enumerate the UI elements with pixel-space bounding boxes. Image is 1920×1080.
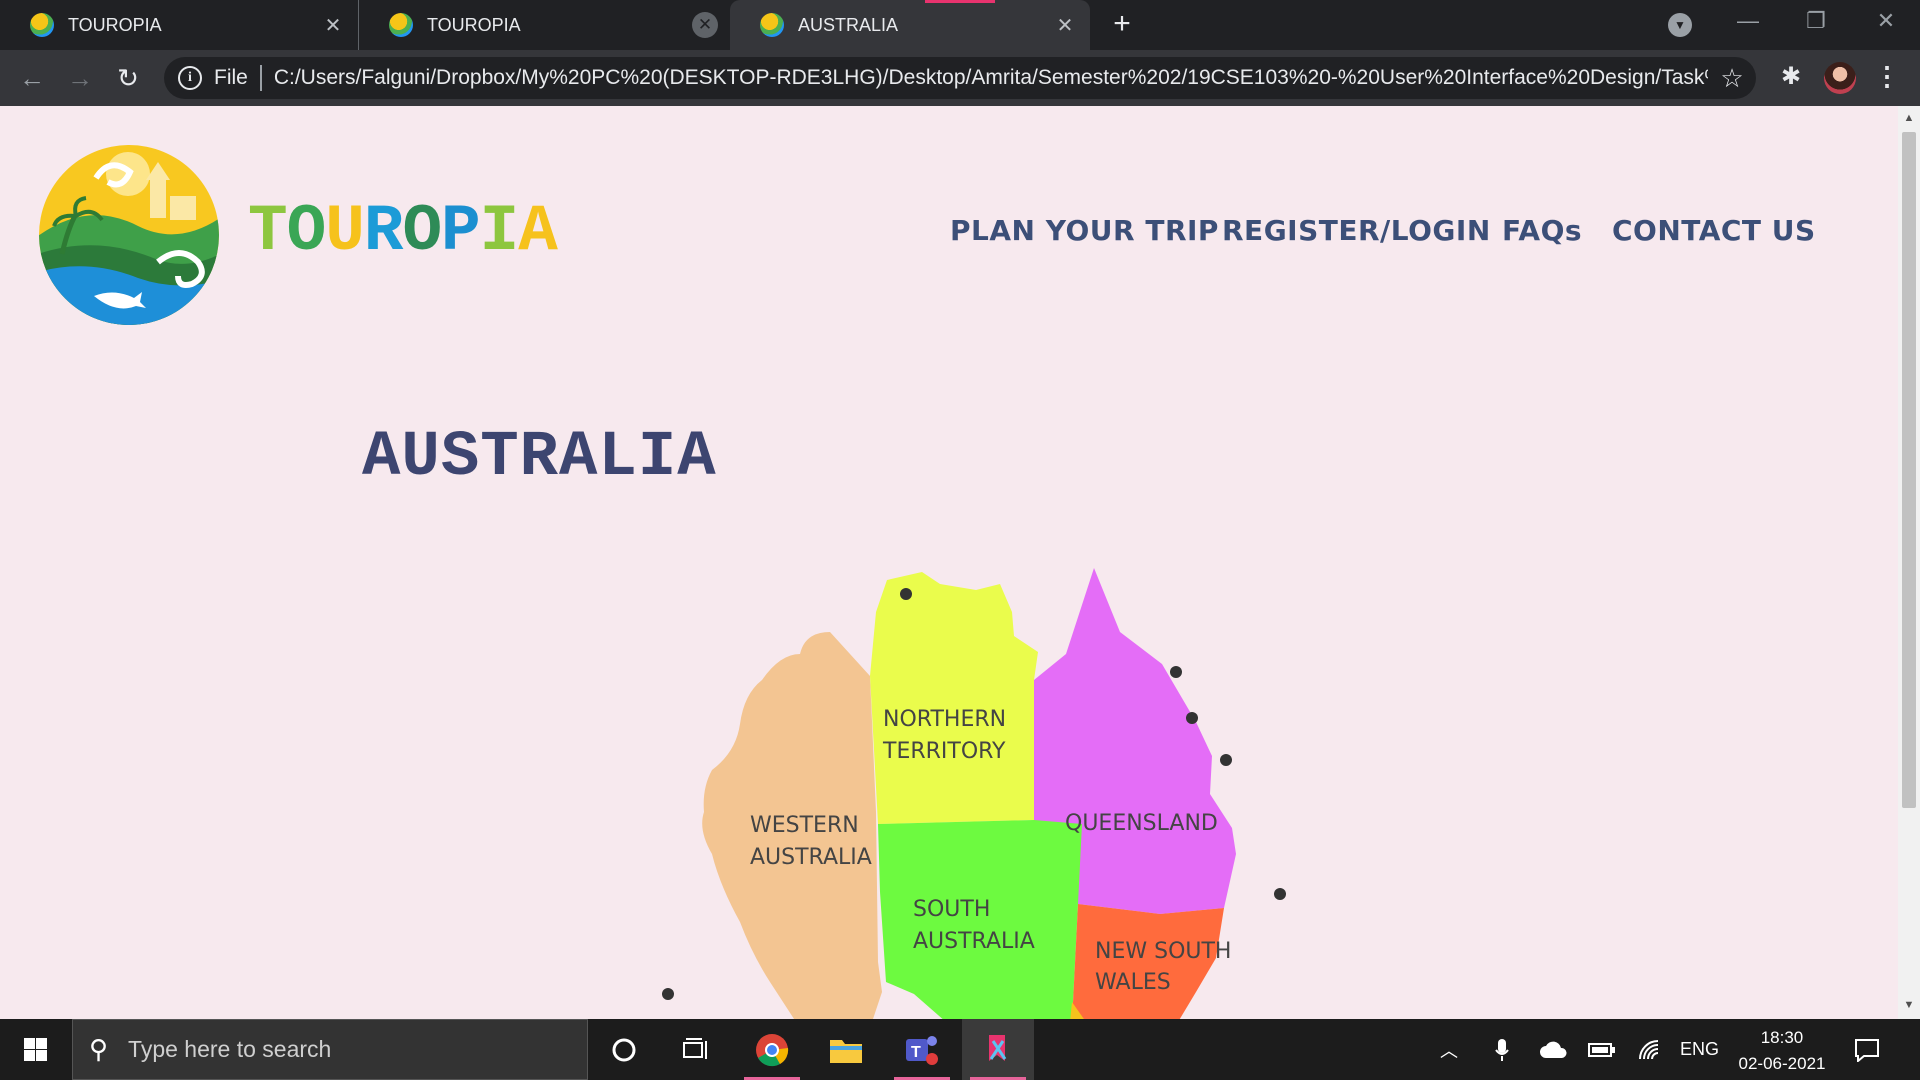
brand-letter: I [479, 194, 520, 269]
new-tab-plus-icon[interactable]: + [1106, 9, 1138, 41]
scroll-up-arrow-icon[interactable]: ▲ [1898, 112, 1920, 124]
scroll-down-arrow-icon[interactable]: ▼ [1898, 999, 1920, 1011]
microphone-icon[interactable] [1494, 1019, 1510, 1080]
brand-wordmark[interactable]: TOUROPIA [248, 194, 558, 269]
teams-app-icon[interactable]: T [886, 1019, 958, 1080]
nav-contact-us[interactable]: CONTACT US [1612, 214, 1816, 247]
windows-start-icon[interactable] [0, 1019, 72, 1080]
window-close-icon[interactable]: ✕ [1866, 8, 1906, 34]
brand-letter: A [518, 194, 558, 269]
city-dot [1170, 666, 1182, 678]
battery-icon[interactable] [1588, 1019, 1616, 1080]
cortana-circle-icon[interactable] [588, 1019, 660, 1080]
map-label-nsw: WALES [1095, 970, 1171, 995]
forward-arrow-icon[interactable]: → [64, 63, 96, 95]
nav-faqs[interactable]: FAQs [1502, 214, 1582, 247]
minimize-icon[interactable]: — [1728, 8, 1768, 34]
city-dot [900, 588, 912, 600]
map-label-nsw: NEW SOUTH [1095, 939, 1231, 964]
wifi-icon[interactable] [1638, 1019, 1662, 1080]
city-dot [662, 988, 674, 1000]
brand-letter: O [402, 194, 442, 269]
brand-letter: P [441, 194, 481, 269]
file-explorer-icon[interactable] [810, 1019, 882, 1080]
bookmark-star-icon[interactable]: ☆ [1708, 63, 1756, 94]
map-label-nt: TERRITORY [882, 739, 1006, 764]
browser-menu-icon[interactable]: ⋮ [1874, 60, 1900, 94]
nav-register-login[interactable]: REGISTER/LOGIN [1222, 214, 1491, 247]
tab-australia-active[interactable]: AUSTRALIA ✕ [730, 0, 1090, 50]
map-label-nt: NORTHERN [883, 707, 1006, 732]
url-text[interactable]: C:/Users/Falguni/Dropbox/My%20PC%20(DESK… [274, 66, 1708, 90]
chrome-app-icon[interactable] [736, 1019, 808, 1080]
map-region-northern-territory [870, 572, 1038, 824]
page-scrollbar[interactable]: ▲ ▼ [1898, 106, 1920, 1019]
tab-strip: TOUROPIA ✕ TOUROPIA ✕ AUSTRALIA ✕ + ▼ — … [0, 0, 1920, 50]
tab-title: TOUROPIA [68, 14, 162, 35]
scheme-label: File [214, 66, 248, 89]
search-placeholder: Type here to search [128, 1036, 332, 1062]
site-favicon-icon [389, 13, 413, 37]
city-dot [1274, 888, 1286, 900]
touropia-logo[interactable] [38, 144, 220, 326]
windows-taskbar: ⚲ Type here to search T ︿ ENG 18:30 02-0… [0, 1019, 1920, 1080]
system-clock[interactable]: 18:30 02-06-2021 [1724, 1025, 1840, 1077]
tab-close-icon[interactable]: ✕ [1052, 12, 1078, 38]
svg-text:T: T [911, 1044, 921, 1061]
restore-icon[interactable]: ❐ [1796, 8, 1836, 34]
clock-time: 18:30 [1760, 1028, 1804, 1047]
map-label-wa: AUSTRALIA [750, 845, 872, 870]
page-title: AUSTRALIA [362, 422, 717, 494]
site-info-icon[interactable]: i [178, 66, 202, 90]
address-divider [259, 65, 262, 91]
tab-touropia-1[interactable]: TOUROPIA ✕ [0, 0, 358, 50]
map-label-qld: QUEENSLAND [1065, 811, 1218, 836]
taskbar-search-box[interactable]: ⚲ Type here to search [72, 1019, 588, 1080]
notifications-icon[interactable] [1854, 1019, 1880, 1080]
brand-letter: O [286, 194, 327, 269]
tab-touropia-2[interactable]: TOUROPIA ✕ [358, 0, 730, 50]
onedrive-cloud-icon[interactable] [1540, 1019, 1568, 1080]
map-label-sa: SOUTH [913, 897, 990, 922]
language-indicator[interactable]: ENG [1680, 1019, 1719, 1080]
extensions-puzzle-icon[interactable]: ✱ [1774, 60, 1808, 94]
task-view-icon[interactable] [660, 1019, 732, 1080]
back-arrow-icon[interactable]: ← [16, 63, 48, 95]
city-dot [1220, 754, 1232, 766]
site-favicon-icon [30, 13, 54, 37]
snip-sketch-icon[interactable] [962, 1019, 1034, 1080]
map-label-wa: WESTERN [750, 813, 859, 838]
address-bar[interactable]: i File C:/Users/Falguni/Dropbox/My%20PC%… [164, 57, 1756, 99]
profile-avatar[interactable] [1824, 62, 1856, 94]
tab-title: AUSTRALIA [798, 14, 899, 35]
brand-letter: T [248, 194, 288, 269]
tab-close-icon[interactable]: ✕ [692, 12, 718, 38]
clock-date: 02-06-2021 [1738, 1054, 1826, 1073]
search-icon: ⚲ [89, 1034, 109, 1064]
nav-plan-your-trip[interactable]: PLAN YOUR TRIP [950, 214, 1219, 247]
tab-title: TOUROPIA [427, 14, 521, 35]
tab-close-icon[interactable]: ✕ [320, 12, 346, 38]
scrollbar-thumb[interactable] [1902, 132, 1916, 808]
reload-icon[interactable]: ↻ [112, 63, 144, 95]
tab-search-chevron-icon[interactable]: ▼ [1668, 13, 1692, 37]
brand-letter: R [363, 194, 404, 269]
browser-toolbar: ← → ↻ i File C:/Users/Falguni/Dropbox/My… [0, 50, 1920, 106]
map-label-sa: AUSTRALIA [913, 929, 1035, 954]
tray-overflow-chevron-icon[interactable]: ︿ [1440, 1019, 1458, 1080]
site-favicon-icon [760, 13, 784, 37]
page-viewport: TOUROPIA PLAN YOUR TRIP REGISTER/LOGIN F… [0, 106, 1898, 1019]
city-dot [1186, 712, 1198, 724]
australia-states-map[interactable]: WESTERN AUSTRALIA NORTHERN TERRITORY QUE… [600, 562, 1300, 1019]
brand-letter: U [325, 194, 365, 269]
